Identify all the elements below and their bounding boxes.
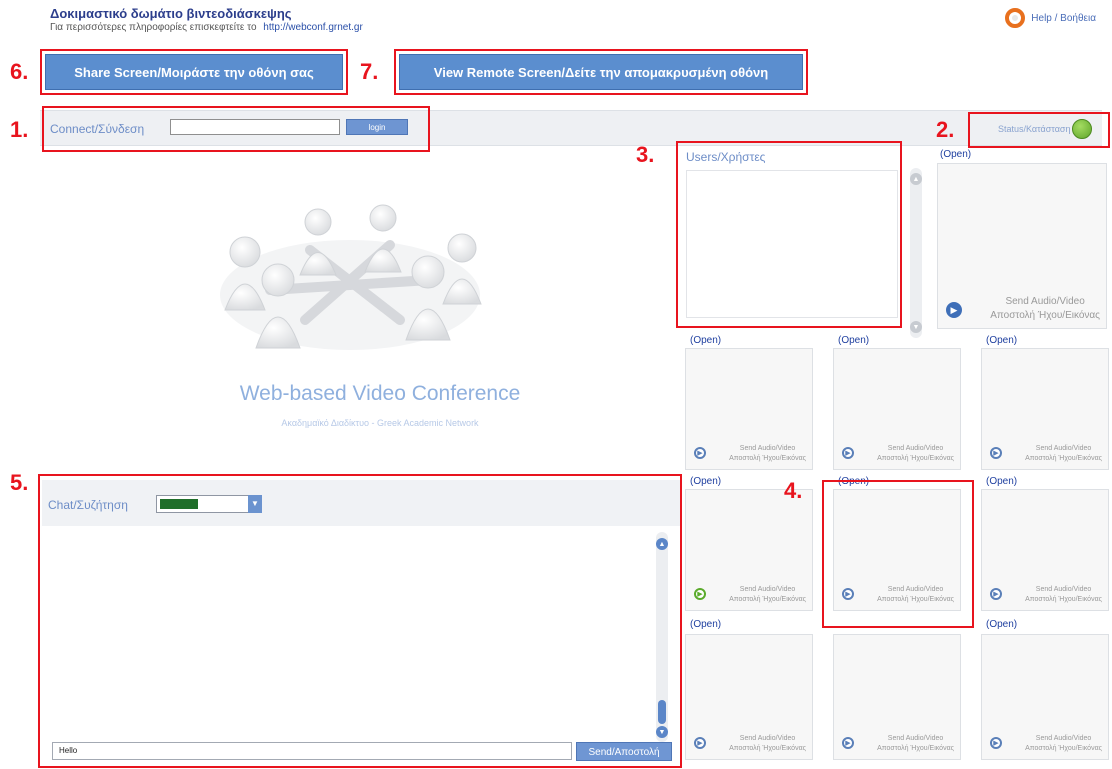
annotation-6: 6. [10,59,29,84]
users-list[interactable] [686,170,898,318]
annotation-3: 3. [636,142,655,167]
annotation-box-4 [822,480,974,628]
status-label: Status/Κατάσταση [998,124,1071,134]
send-arrow-icon[interactable]: ▶ [990,588,1002,600]
send-line1: Send Audio/Video [739,586,796,594]
send-line2: Αποστολή Ήχου/Εικόνας [877,454,954,462]
scroll-up-icon[interactable]: ▲ [910,173,922,185]
help-link[interactable]: Help / Βοήθεια [1005,8,1096,28]
send-line1: Send Audio/Video [887,735,944,743]
status-indicator-icon [1072,119,1092,139]
conference-logo-icon [220,204,482,350]
video-slot[interactable]: ▶ Send Audio/Video Αποστολή Ήχου/Εικόνας [685,634,813,760]
send-arrow-icon[interactable]: ▶ [990,447,1002,459]
share-screen-button[interactable]: Share Screen/Μοιράστε την οθόνη σας [45,54,343,90]
video-slot[interactable]: ▶ Send Audio/Video Αποστολή Ήχου/Εικόνας [833,634,961,760]
video-slot[interactable]: ▶ Send Audio/Video Αποστολή Ήχου/Εικόνας [981,489,1109,611]
send-audio-video-text: Send Audio/Video Αποστολή Ήχου/Εικόνας [1025,734,1102,753]
video-slot[interactable]: ▶ Send Audio/Video Αποστολή Ήχου/Εικόνας [685,489,813,611]
lifebuoy-icon [1005,8,1026,28]
send-audio-video-text: Send Audio/Video Αποστολή Ήχου/Εικόνας [729,444,806,463]
send-audio-video-text: Send Audio/Video Αποστολή Ήχου/Εικόνας [990,295,1100,322]
slot-open-label[interactable]: (Open) [690,619,721,630]
send-audio-video-text: Send Audio/Video Αποστολή Ήχου/Εικόνας [877,734,954,753]
video-slot[interactable]: ▶ Send Audio/Video Αποστολή Ήχου/Εικόνας [685,348,813,470]
send-line2: Αποστολή Ήχου/Εικόνας [877,744,954,752]
send-line2: Αποστολή Ήχου/Εικόνας [729,744,806,752]
send-arrow-icon[interactable]: ▶ [842,737,854,749]
annotation-5: 5. [10,470,29,495]
send-line1: Send Audio/Video [1035,586,1092,594]
send-arrow-icon[interactable]: ▶ [694,737,706,749]
annotation-2: 2. [936,117,955,142]
send-line1: Send Audio/Video [1035,445,1092,453]
login-button[interactable]: login [346,119,408,135]
logo-subtitle: Ακαδημαϊκό Διαδίκτυο - Greek Academic Ne… [281,418,479,428]
send-line2: Αποστολή Ήχου/Εικόνας [729,595,806,603]
annotation-1: 1. [10,117,29,142]
subtitle-text: Για περισσότερες πληροφορίες επισκεφτείτ… [50,22,257,33]
slot-open-label[interactable]: (Open) [986,476,1017,487]
send-audio-video-text: Send Audio/Video Αποστολή Ήχου/Εικόνας [1025,585,1102,604]
slot-open-label[interactable]: (Open) [940,149,971,160]
annotation-box-5 [38,474,682,768]
send-line1: Send Audio/Video [739,735,796,743]
scroll-down-icon[interactable]: ▼ [910,321,922,333]
send-arrow-icon[interactable]: ▶ [946,302,962,318]
connect-label: Connect/Σύνδεση [50,122,145,136]
video-slot[interactable]: ▶ Send Audio/Video Αποστολή Ήχου/Εικόνας [833,348,961,470]
slot-open-label[interactable]: (Open) [690,476,721,487]
logo-title: Web-based Video Conference [239,382,521,405]
send-line2: Αποστολή Ήχου/Εικόνας [1025,595,1102,603]
send-audio-video-text: Send Audio/Video Αποστολή Ήχου/Εικόνας [1025,444,1102,463]
send-line2: Αποστολή Ήχου/Εικόνας [729,454,806,462]
send-arrow-icon[interactable]: ▶ [694,447,706,459]
slot-open-label[interactable]: (Open) [986,619,1017,630]
page-subtitle: Για περισσότερες πληροφορίες επισκεφτείτ… [50,22,363,33]
send-line1: Send Audio/Video [739,445,796,453]
slot-open-label[interactable]: (Open) [838,335,869,346]
send-line1: Send Audio/Video [887,445,944,453]
send-audio-video-text: Send Audio/Video Αποστολή Ήχου/Εικόνας [729,734,806,753]
send-arrow-icon[interactable]: ▶ [842,447,854,459]
send-line2: Αποστολή Ήχου/Εικόνας [1025,744,1102,752]
annotation-7: 7. [360,59,379,84]
users-scrollbar[interactable] [910,168,922,338]
slot-open-label[interactable]: (Open) [986,335,1017,346]
send-arrow-icon[interactable]: ▶ [990,737,1002,749]
send-line2: Αποστολή Ήχου/Εικόνας [1025,454,1102,462]
video-slot[interactable]: ▶ Send Audio/Video Αποστολή Ήχου/Εικόνας [981,348,1109,470]
send-line2: Αποστολή Ήχου/Εικόνας [990,309,1100,321]
info-link[interactable]: http://webconf.grnet.gr [263,22,363,33]
view-remote-screen-button[interactable]: View Remote Screen/Δείτε την απομακρυσμέ… [399,54,803,90]
send-line1: Send Audio/Video [1035,735,1092,743]
send-arrow-icon[interactable]: ▶ [694,588,706,600]
page-title: Δοκιμαστικό δωμάτιο βιντεοδιάσκεψης [50,6,292,21]
video-slot-main[interactable]: ▶ Send Audio/Video Αποστολή Ήχου/Εικόνας [937,163,1107,329]
annotation-4: 4. [784,478,803,503]
video-slot[interactable]: ▶ Send Audio/Video Αποστολή Ήχου/Εικόνας [981,634,1109,760]
send-line1: Send Audio/Video [1005,296,1085,307]
users-title: Users/Χρήστες [686,150,766,164]
send-audio-video-text: Send Audio/Video Αποστολή Ήχου/Εικόνας [877,444,954,463]
send-audio-video-text: Send Audio/Video Αποστολή Ήχου/Εικόνας [729,585,806,604]
connect-input[interactable] [170,119,340,135]
slot-open-label[interactable]: (Open) [690,335,721,346]
help-label: Help / Βοήθεια [1031,12,1096,24]
